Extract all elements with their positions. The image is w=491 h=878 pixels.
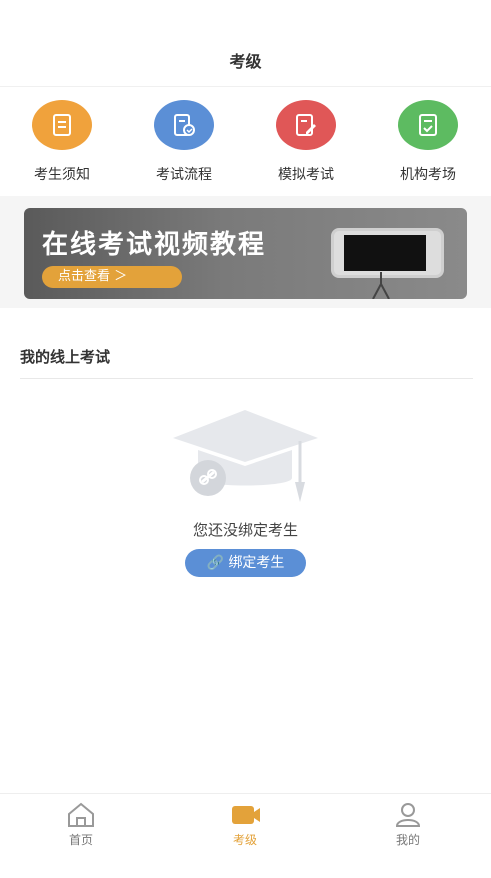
home-icon [68, 802, 94, 827]
banner-view-button[interactable]: 点击查看 ＞ [42, 266, 182, 288]
tripod-illustration [372, 272, 390, 299]
bottom-tab-bar: 首页 考级 我的 [0, 793, 491, 878]
phone-illustration [331, 228, 444, 278]
tab-home[interactable]: 首页 [31, 802, 131, 848]
quick-link-notice[interactable]: 考生须知 [12, 100, 112, 184]
quick-link-mock-exam[interactable]: 模拟考试 [256, 100, 356, 184]
graduation-cap-icon [173, 410, 318, 502]
video-tutorial-banner[interactable]: 在线考试视频教程 点击查看 ＞ [24, 208, 467, 299]
tab-label: 考级 [232, 833, 257, 847]
quick-link-label: 机构考场 [400, 167, 456, 183]
bind-student-button[interactable]: 🔗 绑定考生 [185, 549, 306, 577]
tab-label: 我的 [395, 833, 420, 847]
link-icon: 🔗 [206, 555, 224, 571]
my-exams-divider [20, 378, 473, 379]
tab-mine[interactable]: 我的 [358, 802, 458, 848]
page-title: 考级 [229, 52, 262, 71]
document-icon [32, 100, 92, 150]
bind-student-label: 绑定考生 [228, 555, 285, 571]
header: 考级 [0, 0, 491, 86]
checklist-icon [398, 100, 458, 150]
empty-state-text: 您还没绑定考生 [192, 521, 298, 539]
quick-link-label: 模拟考试 [278, 167, 334, 183]
user-icon [395, 803, 421, 827]
quick-link-label: 考生须知 [34, 167, 90, 183]
tab-label: 首页 [68, 833, 93, 847]
header-divider [0, 86, 491, 87]
banner-title: 在线考试视频教程 [42, 230, 267, 260]
camera-icon [232, 806, 260, 824]
quick-link-process[interactable]: 考试流程 [134, 100, 234, 184]
process-icon [154, 100, 214, 150]
quick-links: 考生须知 考试流程 模拟考试 机构考场 [0, 100, 491, 190]
tab-exam[interactable]: 考级 [195, 802, 295, 848]
quick-link-exam-venue[interactable]: 机构考场 [378, 100, 478, 184]
quick-link-label: 考试流程 [156, 167, 212, 183]
my-exams-title: 我的线上考试 [20, 348, 111, 366]
edit-icon [276, 100, 336, 150]
